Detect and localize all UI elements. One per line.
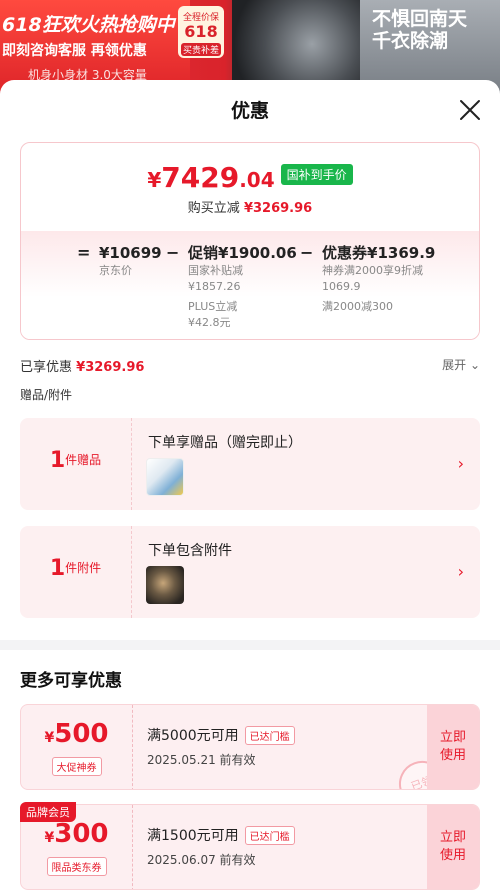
discount-sheet: 优惠 ¥7429.04 国补到手价 购买立减 ¥3269.96 = ¥10699… — [0, 80, 500, 896]
accessory-count-block: 1件附件 — [20, 526, 132, 618]
minus-sign: − — [166, 243, 180, 262]
coupon-type: 大促神券 — [51, 757, 102, 776]
final-price-row: ¥7429.04 国补到手价 — [21, 161, 479, 194]
coupon-detail2: 满2000减300 — [322, 300, 393, 313]
gift-thumbnail — [146, 458, 184, 496]
coupon-card[interactable]: ¥500 大促神券 满5000元可用 已达门槛 2025.05.21 前有效 已领… — [20, 704, 480, 790]
coupon-condition-row: 满5000元可用 已达门槛 — [147, 725, 295, 745]
member-tag: 品牌会员 — [20, 802, 76, 822]
minus-sign-2: − — [300, 243, 314, 262]
coupon-value: ¥500 — [21, 719, 132, 749]
promo-label: 促销 — [188, 244, 219, 262]
coupon-block: 优惠券¥1369.9 神券满2000享9折减 1069.9 满2000减300 — [322, 243, 435, 315]
use-now-line2: 使用 — [439, 848, 466, 863]
coupon-currency: ¥ — [44, 830, 55, 846]
use-now-line1: 立即 — [439, 830, 466, 845]
gift-count-block: 1件赠品 — [20, 418, 132, 510]
use-now-label: 立即 使用 — [427, 829, 479, 865]
coupon-label: 优惠券 — [322, 244, 368, 262]
coupon-value-amount: 500 — [54, 719, 109, 749]
close-button[interactable] — [458, 98, 482, 122]
gift-count-unit: 件赠品 — [65, 453, 102, 467]
coupon-date: 2025.06.07 前有效 — [147, 853, 256, 867]
accessory-card[interactable]: 1件附件 下单包含附件 › — [20, 526, 480, 618]
coupon-detail1-value: 1069.9 — [322, 280, 361, 293]
promo-detail2-label: PLUS立减 — [188, 300, 238, 313]
enjoyed-label: 已享优惠 — [20, 360, 73, 375]
jd-price: ¥10699 — [99, 244, 162, 262]
chevron-down-icon: ⌄ — [469, 358, 480, 372]
equals-sign: = — [77, 243, 91, 262]
accessory-count: 1件附件 — [20, 556, 131, 581]
threshold-tag: 已达门槛 — [244, 725, 295, 745]
reduce-row: 购买立减 ¥3269.96 — [21, 197, 479, 216]
promo-detail2-value: ¥42.8元 — [188, 316, 231, 329]
subsidy-tag: 国补到手价 — [280, 164, 353, 185]
final-price: ¥7429.04 — [147, 161, 274, 194]
gift-count-num: 1 — [49, 448, 66, 473]
coupon-detail1: 神券满2000享9折减 — [322, 264, 423, 277]
reduce-amount: ¥3269.96 — [243, 201, 313, 216]
chevron-right-icon: › — [457, 454, 464, 473]
final-price-integer: 7429 — [161, 161, 240, 194]
jd-price-block: ¥10699 京东价 — [99, 243, 162, 279]
gift-count: 1件赠品 — [20, 448, 131, 473]
badge-bottom: 买贵补差 — [181, 43, 221, 56]
jd-price-label: 京东价 — [99, 264, 132, 277]
price-breakdown: = ¥10699 京东价 − 促销¥1900.06 国家补贴减 ¥1857.26… — [21, 231, 479, 339]
coupon-amount: ¥1369.9 — [367, 244, 436, 262]
enjoyed-amount: ¥3269.96 — [76, 360, 145, 375]
coupon-condition: 满1500元可用 — [147, 828, 239, 844]
use-now-label: 立即 使用 — [427, 729, 479, 765]
more-offers-title: 更多可享优惠 — [20, 671, 122, 691]
gift-card[interactable]: 1件赠品 下单享赠品（赠完即止） › — [20, 418, 480, 510]
promo-detail1-label: 国家补贴减 — [188, 264, 243, 277]
final-price-decimal: .04 — [239, 168, 275, 192]
promo-amount: ¥1900.06 — [218, 244, 297, 262]
coupon-date: 2025.05.21 前有效 — [147, 753, 256, 767]
promo-block: 促销¥1900.06 国家补贴减 ¥1857.26 PLUS立减 ¥42.8元 — [188, 243, 297, 331]
expand-button[interactable]: 展开 ⌄ — [442, 356, 480, 373]
use-now-button[interactable]: 立即 使用 — [427, 805, 479, 889]
coupon-condition-row: 满1500元可用 已达门槛 — [147, 825, 295, 845]
coupon-condition: 满5000元可用 — [147, 728, 239, 744]
promo-line2: 即刻咨询客服 再领优惠 — [2, 43, 147, 59]
promo-line1: 618狂欢火热抢购中 — [2, 14, 175, 36]
coupon-value: ¥300 — [21, 819, 132, 849]
use-now-line2: 使用 — [439, 748, 466, 763]
threshold-tag: 已达门槛 — [244, 825, 295, 845]
use-now-button[interactable]: 立即 使用 — [427, 705, 479, 789]
price-card: ¥7429.04 国补到手价 购买立减 ¥3269.96 = ¥10699 京东… — [20, 142, 480, 340]
expand-label: 展开 — [442, 358, 467, 372]
chevron-right-icon: › — [457, 562, 464, 581]
reduce-label: 购买立减 — [187, 201, 240, 216]
currency-symbol: ¥ — [147, 168, 162, 192]
slogan: 不惧回南天 千衣除潮 — [372, 8, 468, 52]
coupon-card[interactable]: ¥300 限品类东券 满1500元可用 已达门槛 2025.06.07 前有效 立… — [20, 804, 480, 890]
sheet-header: 优惠 — [0, 80, 500, 140]
accessory-count-unit: 件附件 — [65, 561, 102, 575]
coupon-type: 限品类东券 — [46, 857, 107, 876]
accessory-count-num: 1 — [49, 556, 66, 581]
sheet-title: 优惠 — [230, 100, 269, 122]
coupon-currency: ¥ — [44, 730, 55, 746]
use-now-line1: 立即 — [439, 730, 466, 745]
enjoyed-row: 已享优惠 ¥3269.96 展开 ⌄ — [20, 356, 480, 375]
coupon-value-amount: 300 — [54, 819, 109, 849]
price-protect-badge: 全程价保 618 买贵补差 — [178, 6, 224, 58]
coupon-value-block: ¥500 大促神券 — [21, 705, 133, 789]
badge-num: 618 — [184, 22, 218, 41]
promo-detail1-value: ¥1857.26 — [188, 280, 241, 293]
gift-section-label: 赠品/附件 — [20, 388, 73, 402]
close-icon — [460, 100, 480, 120]
gift-title: 下单享赠品（赠完即止） — [148, 435, 302, 451]
accessory-title: 下单包含附件 — [148, 543, 232, 559]
section-divider — [0, 640, 500, 650]
accessory-thumbnail — [146, 566, 184, 604]
price-summary: ¥7429.04 国补到手价 购买立减 ¥3269.96 — [21, 143, 479, 231]
